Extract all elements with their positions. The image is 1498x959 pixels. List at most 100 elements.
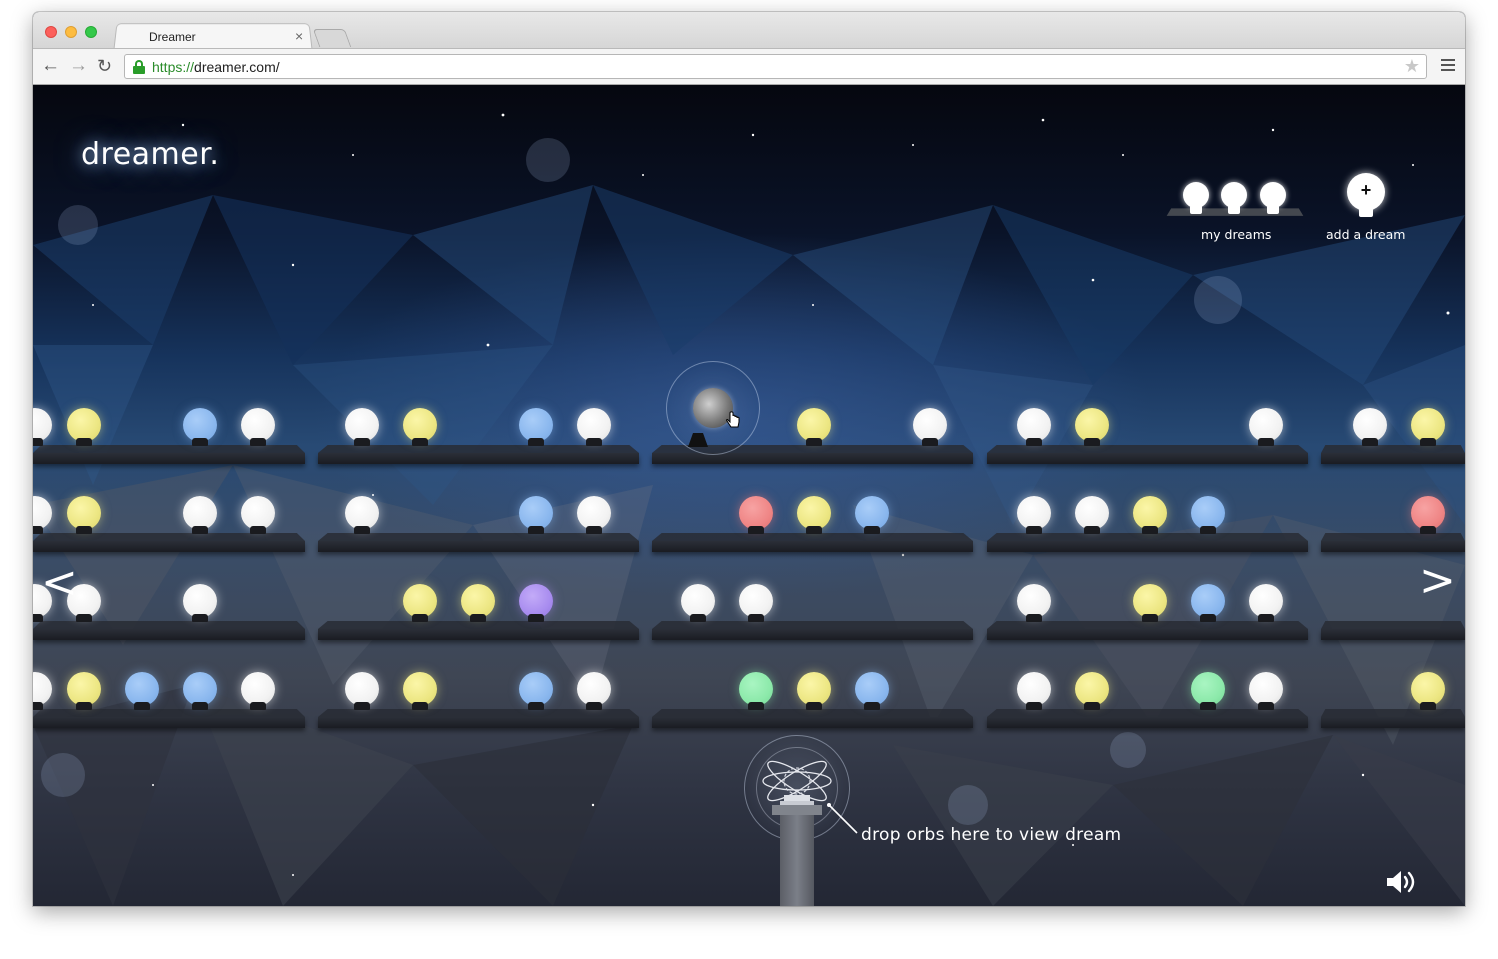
dream-orb-yellow[interactable] bbox=[1411, 408, 1445, 446]
dream-orb-white[interactable] bbox=[1249, 672, 1283, 710]
dream-orb-blue[interactable] bbox=[855, 672, 889, 710]
dream-orb-yellow[interactable] bbox=[797, 408, 831, 446]
dream-orb-blue[interactable] bbox=[855, 496, 889, 534]
dream-orb-yellow[interactable] bbox=[797, 672, 831, 710]
url-scheme: https:// bbox=[152, 59, 195, 75]
dream-orb-white[interactable] bbox=[345, 496, 379, 534]
dream-orb-purple[interactable] bbox=[519, 584, 553, 622]
address-bar[interactable]: https://dreamer.com/ ★ bbox=[124, 54, 1427, 79]
dream-orb-blue[interactable] bbox=[183, 672, 217, 710]
dream-orb-white[interactable] bbox=[1017, 496, 1051, 534]
shelf bbox=[33, 629, 305, 640]
my-dreams-button[interactable]: my dreams bbox=[1163, 177, 1305, 249]
shelf bbox=[318, 629, 639, 640]
dream-orb-blue[interactable] bbox=[519, 672, 553, 710]
dream-orb-yellow[interactable] bbox=[67, 408, 101, 446]
shelf bbox=[1321, 717, 1465, 728]
dream-orb-yellow[interactable] bbox=[403, 672, 437, 710]
reload-button[interactable]: ↻ bbox=[97, 55, 112, 77]
dream-orb-white[interactable] bbox=[739, 584, 773, 622]
shelf bbox=[652, 541, 973, 552]
dream-orb-white[interactable] bbox=[183, 584, 217, 622]
back-button[interactable]: ← bbox=[41, 55, 60, 77]
dream-orb-white[interactable] bbox=[1249, 408, 1283, 446]
dream-orb-yellow[interactable] bbox=[797, 496, 831, 534]
browser-toolbar: ← → ↻ https://dreamer.com/ ★ bbox=[33, 48, 1465, 85]
shelf bbox=[1321, 453, 1465, 464]
lock-icon bbox=[133, 60, 145, 74]
dream-orb-white[interactable] bbox=[577, 672, 611, 710]
dream-orb-white[interactable] bbox=[1017, 584, 1051, 622]
tab-dreamer[interactable] bbox=[113, 23, 313, 50]
dream-orb-white[interactable] bbox=[1017, 672, 1051, 710]
dream-orb-blue[interactable] bbox=[519, 496, 553, 534]
add-orb-icon: + bbox=[1347, 173, 1385, 217]
shelf bbox=[33, 541, 305, 552]
dream-orb-yellow[interactable] bbox=[67, 496, 101, 534]
shelf bbox=[652, 629, 973, 640]
new-tab-button[interactable] bbox=[312, 29, 352, 47]
plus-icon: + bbox=[1360, 180, 1372, 200]
dream-orb-yellow[interactable] bbox=[403, 408, 437, 446]
dream-orb-white[interactable] bbox=[241, 408, 275, 446]
previous-page-button[interactable]: < bbox=[41, 561, 78, 605]
dream-orb-white[interactable] bbox=[1353, 408, 1387, 446]
dream-orb-yellow[interactable] bbox=[1075, 672, 1109, 710]
dream-orb-white[interactable] bbox=[913, 408, 947, 446]
forward-button[interactable]: → bbox=[69, 55, 88, 77]
dream-orb-white[interactable] bbox=[241, 496, 275, 534]
dream-orb-blue[interactable] bbox=[1191, 584, 1225, 622]
dream-orb-yellow[interactable] bbox=[403, 584, 437, 622]
hamburger-menu-icon[interactable] bbox=[1441, 59, 1455, 73]
dream-orb-blue[interactable] bbox=[519, 408, 553, 446]
dream-orb-blue[interactable] bbox=[1191, 496, 1225, 534]
pedestal-column bbox=[780, 813, 814, 906]
dream-orb-green[interactable] bbox=[739, 672, 773, 710]
next-page-button[interactable]: > bbox=[1419, 559, 1456, 603]
dream-orb-red[interactable] bbox=[1411, 496, 1445, 534]
shelf bbox=[33, 453, 305, 464]
hand-cursor-icon bbox=[726, 411, 740, 428]
dream-orb-yellow[interactable] bbox=[1075, 408, 1109, 446]
dream-orb-white[interactable] bbox=[681, 584, 715, 622]
dream-orb-white[interactable] bbox=[345, 672, 379, 710]
dragged-dream-orb[interactable] bbox=[666, 361, 760, 455]
speaker-icon[interactable] bbox=[1385, 869, 1417, 895]
dream-orb-yellow[interactable] bbox=[1133, 496, 1167, 534]
dreamer-page: dreamer. my dreams + add a dream < > dro… bbox=[33, 85, 1465, 906]
tab-strip: Dreamer × bbox=[33, 12, 1465, 50]
add-dream-button[interactable]: + add a dream bbox=[1323, 173, 1409, 249]
dream-orb-white[interactable] bbox=[1075, 496, 1109, 534]
dream-orb-blue[interactable] bbox=[183, 408, 217, 446]
dream-orb-white[interactable] bbox=[345, 408, 379, 446]
bookmark-star-icon[interactable]: ★ bbox=[1404, 56, 1420, 77]
dream-orb-white[interactable] bbox=[241, 672, 275, 710]
dream-orb-white[interactable] bbox=[577, 496, 611, 534]
minimize-window-button[interactable] bbox=[65, 26, 77, 38]
dream-orb-white[interactable] bbox=[1017, 408, 1051, 446]
add-dream-label: add a dream bbox=[1326, 227, 1406, 242]
tab-close-icon[interactable]: × bbox=[295, 28, 303, 44]
close-window-button[interactable] bbox=[45, 26, 57, 38]
dreamer-logo[interactable]: dreamer. bbox=[81, 137, 219, 172]
drop-orbs-hint: drop orbs here to view dream bbox=[861, 825, 1122, 845]
shelf bbox=[987, 541, 1308, 552]
url-text[interactable]: https://dreamer.com/ bbox=[152, 59, 280, 75]
shelf bbox=[1321, 629, 1465, 640]
dream-orb-yellow[interactable] bbox=[67, 672, 101, 710]
dream-orb-white[interactable] bbox=[1249, 584, 1283, 622]
shelf bbox=[652, 717, 973, 728]
shelf bbox=[318, 717, 639, 728]
tab-title: Dreamer bbox=[149, 30, 196, 44]
dream-orb-white[interactable] bbox=[577, 408, 611, 446]
zoom-window-button[interactable] bbox=[85, 26, 97, 38]
dream-orb-yellow[interactable] bbox=[1411, 672, 1445, 710]
dream-orb-red[interactable] bbox=[739, 496, 773, 534]
dream-orb-green[interactable] bbox=[1191, 672, 1225, 710]
dream-orb-white[interactable] bbox=[183, 496, 217, 534]
dream-orb-blue[interactable] bbox=[125, 672, 159, 710]
dream-orb-yellow[interactable] bbox=[1133, 584, 1167, 622]
dream-orb-yellow[interactable] bbox=[461, 584, 495, 622]
browser-window: Dreamer × ← → ↻ https://dreamer.com/ ★ d… bbox=[33, 12, 1465, 906]
atom-icon bbox=[762, 760, 832, 805]
